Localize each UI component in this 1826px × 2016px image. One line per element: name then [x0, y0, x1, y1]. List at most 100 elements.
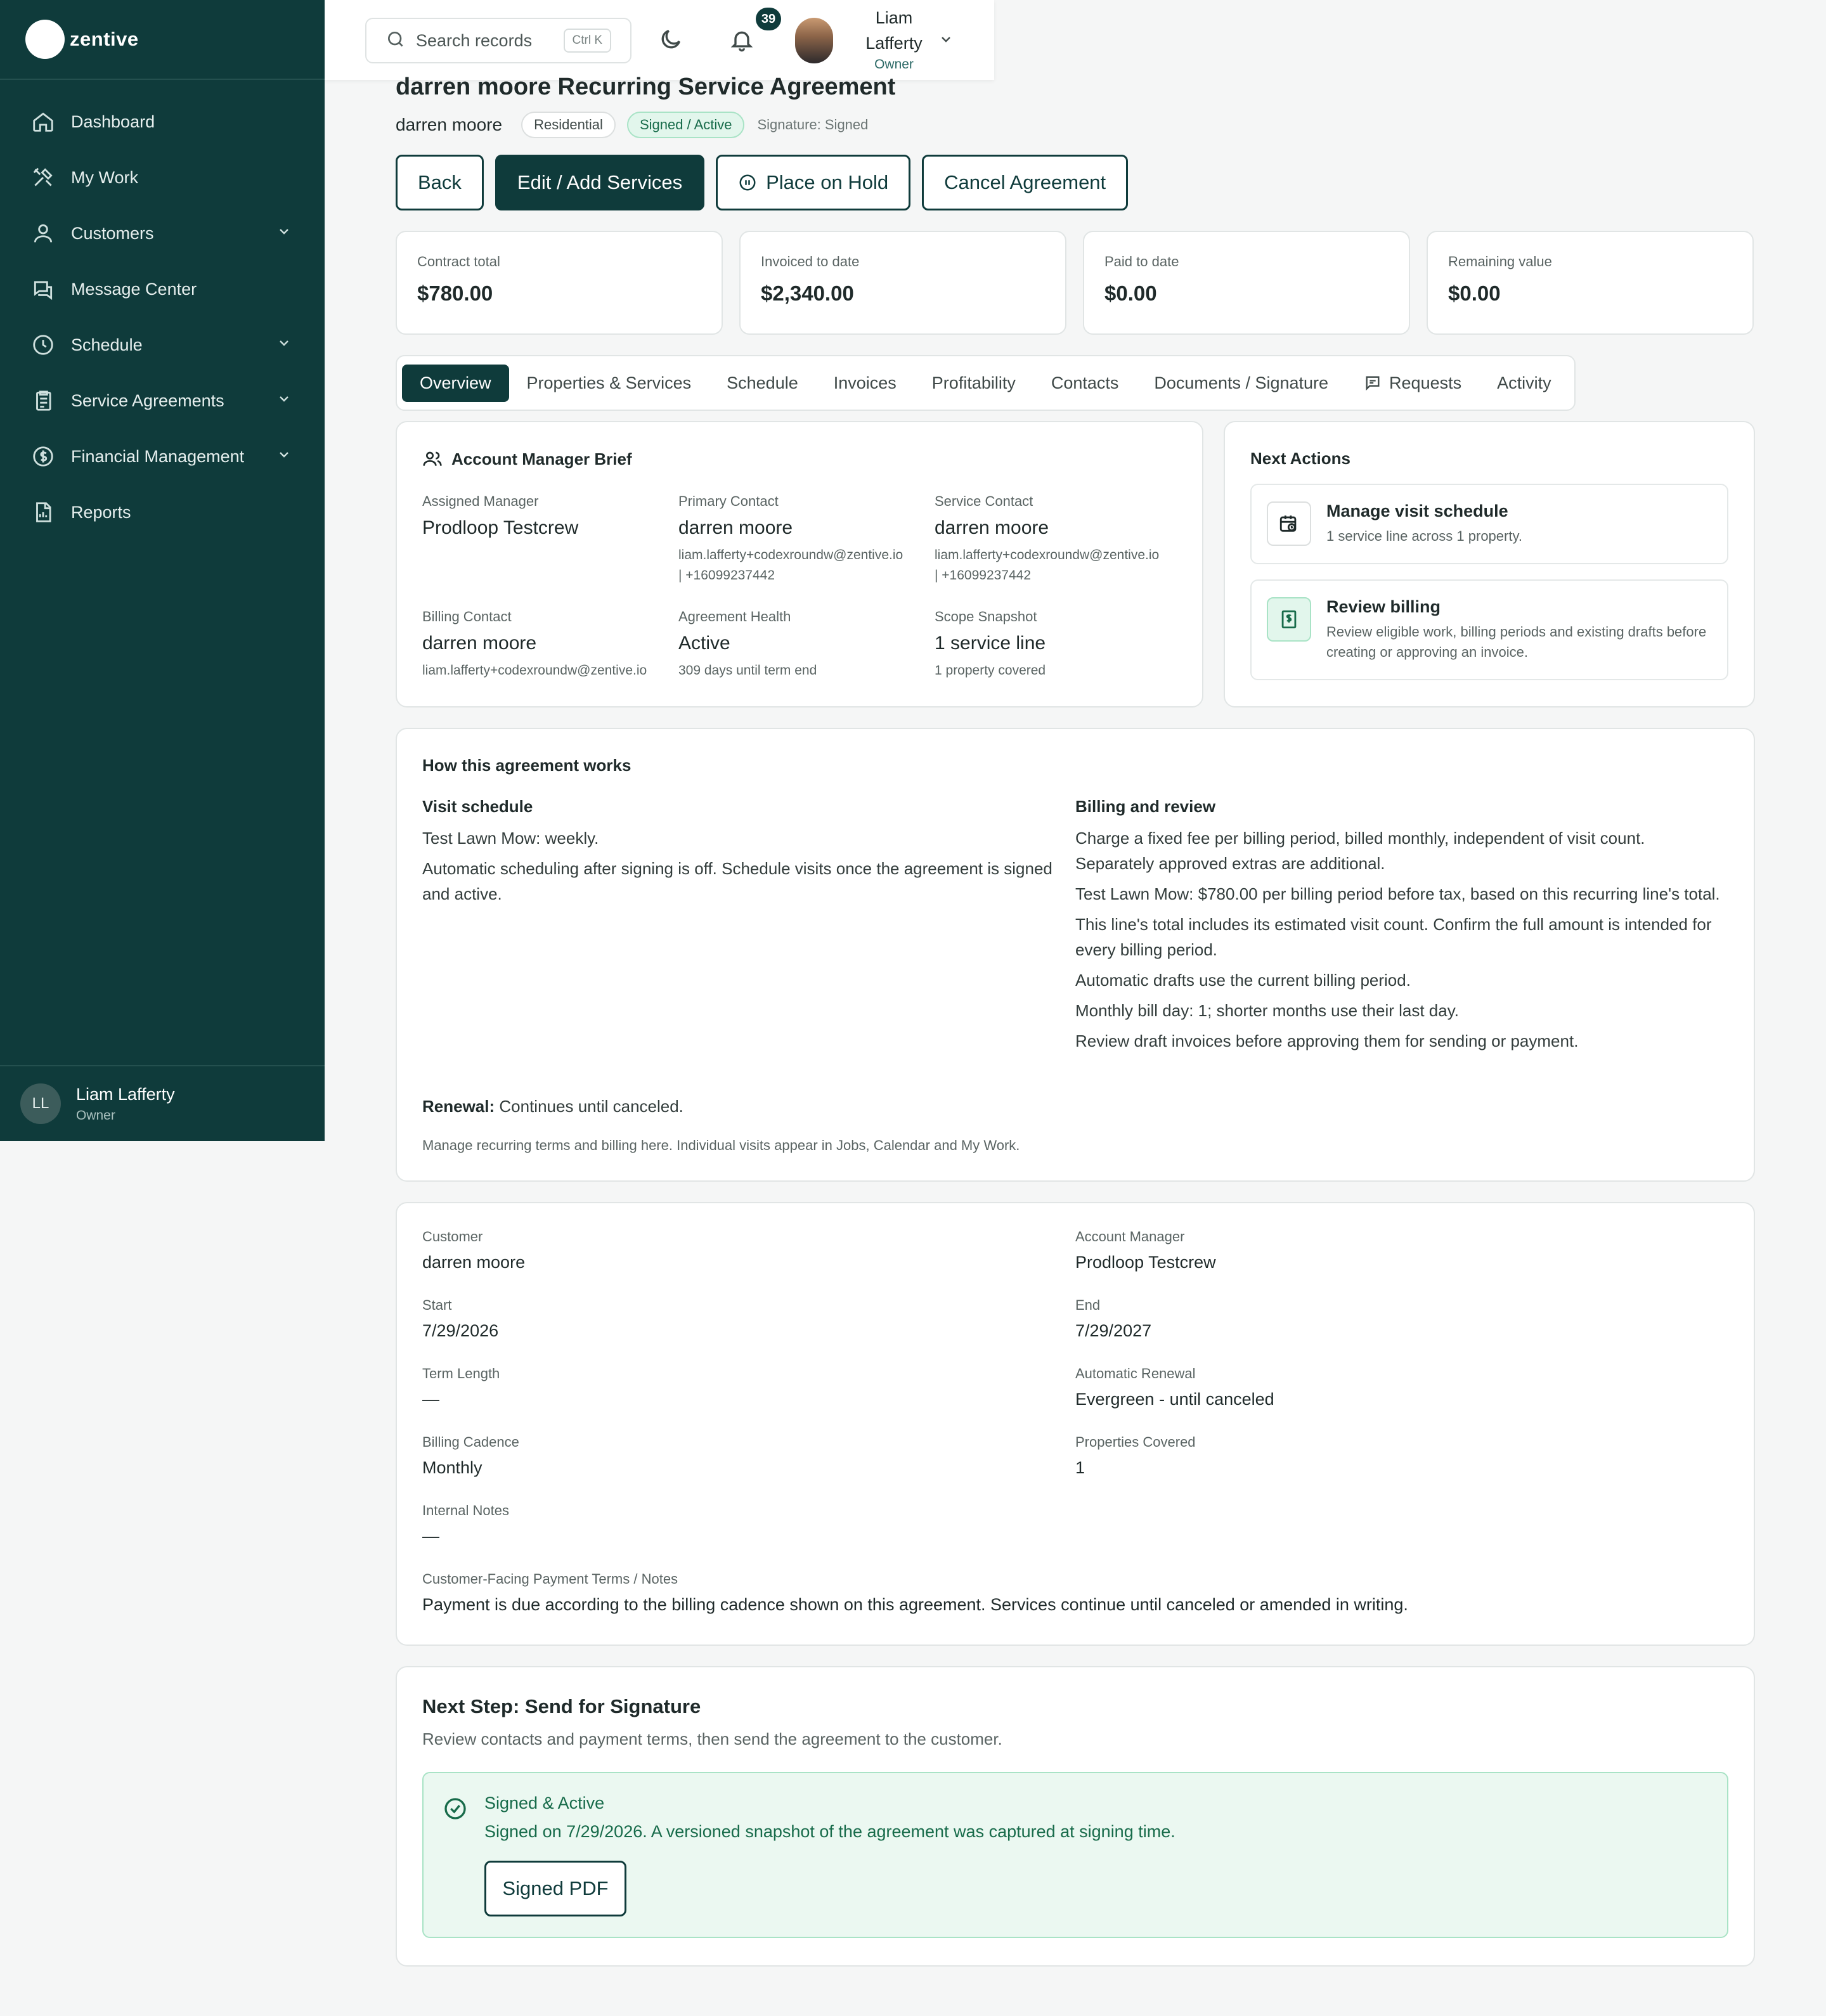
signed-message: Signed on 7/29/2026. A versioned snapsho… — [484, 1822, 1175, 1841]
search-placeholder: Search records — [416, 30, 533, 50]
contact-email[interactable]: liam.lafferty+codexroundw@zentive.io — [422, 661, 678, 681]
sidebar-item-dashboard[interactable]: Dashboard — [0, 94, 325, 150]
signed-status-box: Signed & Active Signed on 7/29/2026. A v… — [422, 1772, 1728, 1938]
brand-logo[interactable]: zentive — [0, 0, 325, 80]
field-label: Billing Contact — [422, 609, 512, 624]
bell-icon[interactable] — [729, 27, 754, 56]
tab-activity[interactable]: Activity — [1479, 365, 1569, 402]
contact-email[interactable]: liam.lafferty+codexroundw@zentive.io — [678, 545, 935, 565]
sidebar-item-label: Customers — [71, 223, 154, 243]
cancel-agreement-button[interactable]: Cancel Agreement — [922, 155, 1129, 210]
detail-value: 1 — [1075, 1458, 1085, 1477]
tab-profitability[interactable]: Profitability — [914, 365, 1033, 402]
signed-status: Signed & Active — [484, 1793, 605, 1812]
chevron-down-icon[interactable] — [276, 224, 292, 243]
home-icon — [30, 109, 56, 134]
tab-invoices[interactable]: Invoices — [816, 365, 914, 402]
detail-value: darren moore — [422, 1253, 526, 1272]
action-manage-visit-schedule[interactable]: Manage visit schedule 1 service line acr… — [1250, 484, 1728, 564]
detail-label: Term Length — [422, 1366, 500, 1381]
tab-documents-signature[interactable]: Documents / Signature — [1136, 365, 1346, 402]
chevron-down-icon[interactable] — [276, 335, 292, 355]
clock-icon — [30, 332, 56, 358]
avatar[interactable] — [795, 18, 833, 63]
field-billing-contact: Billing Contact darren moore liam.laffer… — [422, 609, 678, 681]
detail-internal-notes: Internal Notes — — [422, 1502, 1085, 1571]
action-title: Review billing — [1326, 597, 1441, 616]
tab-requests[interactable]: Requests — [1346, 365, 1479, 402]
page-title: darren moore Recurring Service Agreement — [396, 74, 896, 100]
stat-value: $2,340.00 — [761, 281, 854, 305]
field-value: darren moore — [678, 517, 793, 538]
action-bar: Back Edit / Add Services Place on Hold C… — [396, 155, 1139, 210]
detail-value: — — [422, 1527, 439, 1546]
sidebar-item-message-center[interactable]: Message Center — [0, 261, 325, 317]
user-menu[interactable]: Liam Lafferty Owner — [851, 5, 937, 74]
user-name: Liam Lafferty — [76, 1084, 175, 1104]
notification-count-badge: 39 — [756, 8, 781, 30]
visit-schedule-text: Test Lawn Mow: weekly. — [422, 829, 599, 848]
billing-icon — [1281, 610, 1297, 629]
sidebar-item-schedule[interactable]: Schedule — [0, 317, 325, 373]
detail-label: Customer — [422, 1229, 483, 1244]
field-label: Primary Contact — [678, 493, 779, 509]
sidebar-item-financial-management[interactable]: Financial Management — [0, 429, 325, 484]
stat-label: Paid to date — [1104, 254, 1179, 269]
sidebar-item-label: Reports — [71, 502, 131, 522]
tab-bar: Overview Properties & Services Schedule … — [396, 355, 1576, 411]
detail-value: Evergreen - until canceled — [1075, 1390, 1274, 1409]
field-value: 1 service line — [935, 633, 1046, 654]
billing-review-title: Billing and review — [1075, 797, 1216, 816]
action-review-billing[interactable]: Review billing Review eligible work, bil… — [1250, 579, 1728, 680]
chevron-down-icon[interactable] — [276, 391, 292, 411]
chevron-down-icon[interactable] — [276, 447, 292, 467]
contact-phone[interactable]: | +16099237442 — [678, 565, 935, 586]
detail-label: End — [1075, 1297, 1101, 1313]
calendar-clock-icon — [1279, 515, 1297, 532]
stat-value: $0.00 — [1448, 281, 1501, 305]
how-agreement-works: How this agreement works Visit schedule … — [396, 728, 1755, 1182]
tab-schedule[interactable]: Schedule — [709, 365, 816, 402]
agreement-details: Customer darren moore Account Manager Pr… — [396, 1202, 1755, 1646]
sidebar-item-customers[interactable]: Customers — [0, 205, 325, 261]
sidebar-item-reports[interactable]: Reports — [0, 484, 325, 540]
place-on-hold-button[interactable]: Place on Hold — [716, 155, 911, 210]
edit-services-button[interactable]: Edit / Add Services — [495, 155, 705, 210]
tab-properties-services[interactable]: Properties & Services — [509, 365, 709, 402]
search-icon — [385, 29, 406, 53]
field-label: Agreement Health — [678, 609, 791, 624]
back-button[interactable]: Back — [396, 155, 484, 210]
detail-value: — — [422, 1390, 439, 1409]
detail-term-length: Term Length — — [422, 1366, 1075, 1434]
signature-title: Next Step: Send for Signature — [422, 1695, 701, 1717]
visit-schedule-section: Visit schedule Test Lawn Mow: weekly. Au… — [422, 797, 1075, 1059]
sidebar-item-service-agreements[interactable]: Service Agreements — [0, 373, 325, 429]
contact-email[interactable]: liam.lafferty+codexroundw@zentive.io — [935, 545, 1191, 565]
stat-paid: Paid to date $0.00 — [1083, 231, 1410, 335]
sidebar-user[interactable]: LL Liam Lafferty Owner — [0, 1065, 325, 1141]
chevron-down-icon[interactable] — [938, 32, 954, 50]
signed-pdf-button[interactable]: Signed PDF — [484, 1861, 626, 1916]
signature-status: Signature: Signed — [757, 117, 869, 132]
search-input[interactable]: Search records Ctrl K — [365, 18, 631, 63]
search-shortcut: Ctrl K — [563, 29, 611, 53]
visit-schedule-title: Visit schedule — [422, 797, 533, 816]
customer-name: darren moore — [396, 115, 503, 134]
sidebar-item-my-work[interactable]: My Work — [0, 150, 325, 205]
agreement-subline: darren moore Residential Signed / Active… — [396, 112, 868, 138]
tab-overview[interactable]: Overview — [402, 364, 509, 402]
users-icon — [30, 221, 56, 246]
stat-label: Contract total — [417, 254, 500, 269]
detail-value: Prodloop Testcrew — [1075, 1253, 1216, 1272]
how-note: Manage recurring terms and billing here.… — [422, 1137, 1020, 1153]
tab-contacts[interactable]: Contacts — [1033, 365, 1137, 402]
tab-label: Requests — [1389, 373, 1462, 392]
tools-icon — [30, 165, 56, 190]
pause-icon — [739, 174, 756, 191]
billing-text: Test Lawn Mow: $780.00 per billing perio… — [1075, 884, 1720, 903]
moon-icon[interactable] — [658, 27, 683, 55]
avatar: LL — [20, 1083, 61, 1124]
detail-value: 7/29/2027 — [1075, 1321, 1152, 1340]
contact-phone[interactable]: | +16099237442 — [935, 565, 1191, 586]
detail-label: Automatic Renewal — [1075, 1366, 1196, 1381]
